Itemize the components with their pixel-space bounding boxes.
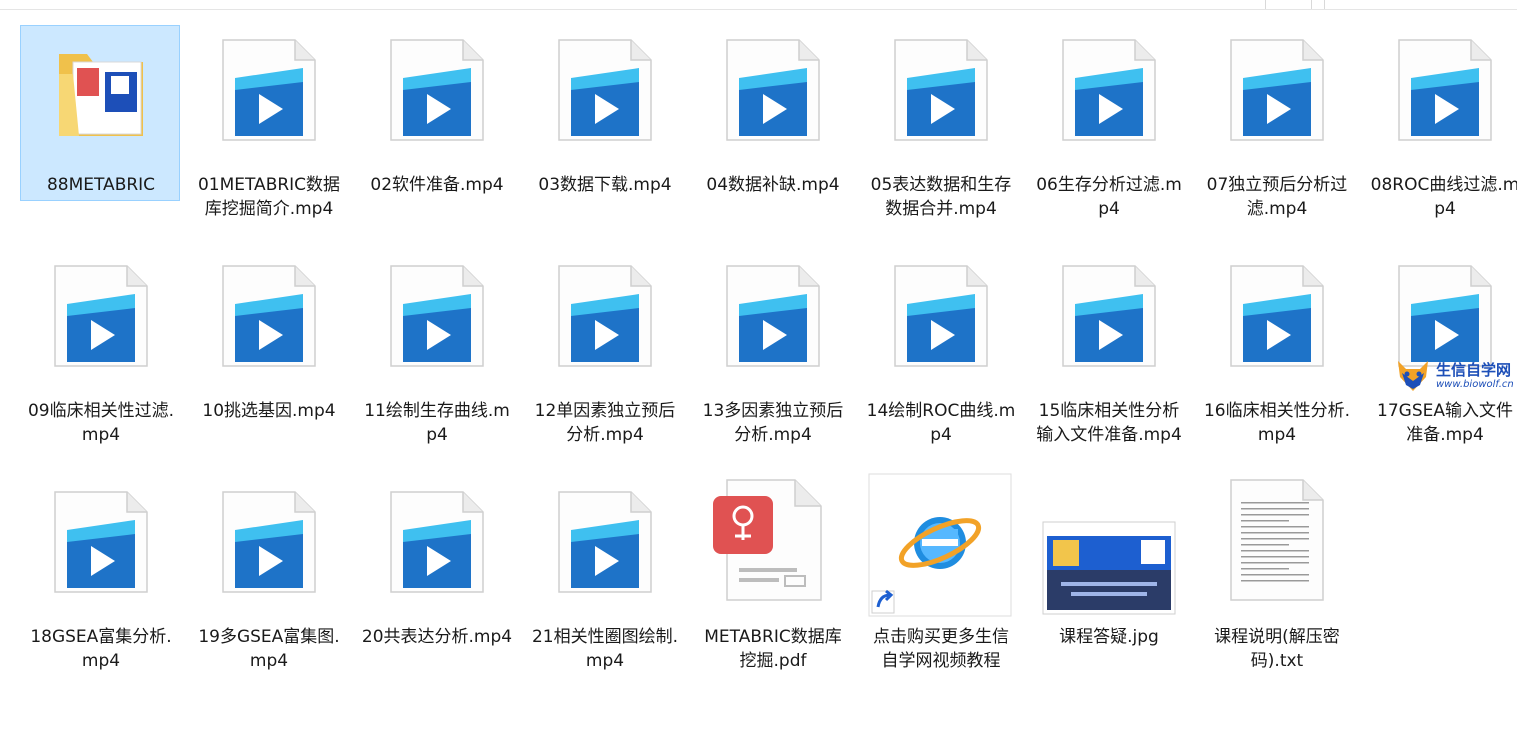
video-file-icon (525, 34, 685, 141)
video-file-icon (189, 34, 349, 141)
file-name-label: 12单因素独立预后分析.mp4 (534, 401, 676, 445)
toolbar-divider (1265, 0, 1266, 9)
file-item[interactable]: 01METABRIC数据库挖掘简介.mp4 (188, 25, 348, 245)
file-item[interactable]: 21相关性圈图绘制.mp4 (524, 477, 684, 697)
file-name-label: 16临床相关性分析.mp4 (1203, 401, 1351, 445)
file-item[interactable]: 02软件准备.mp4 (356, 25, 516, 245)
ie-shortcut-icon (861, 473, 1021, 617)
video-file-icon (693, 260, 853, 367)
file-name-label: 02软件准备.mp4 (370, 175, 504, 195)
video-file-icon (861, 34, 1021, 141)
file-name-label: 01METABRIC数据库挖掘简介.mp4 (197, 175, 341, 219)
video-file-icon (357, 260, 517, 367)
file-item[interactable]: 07独立预后分析过滤.mp4 (1196, 25, 1356, 245)
file-item[interactable]: 03数据下载.mp4 (524, 25, 684, 245)
file-name-label: 19多GSEA富集图.mp4 (198, 627, 340, 671)
video-file-icon (525, 260, 685, 367)
video-file-icon (189, 260, 349, 367)
file-name-label: 03数据下载.mp4 (538, 175, 672, 195)
folder-icon (21, 34, 181, 138)
file-name-label: 17GSEA输入文件准备.mp4 (1377, 401, 1513, 445)
file-item[interactable]: 13多因素独立预后分析.mp4 (692, 251, 852, 471)
video-file-icon (189, 486, 349, 593)
file-item[interactable]: 20共表达分析.mp4 (356, 477, 516, 697)
address-bar-strip (0, 0, 1517, 10)
watermark-url: www.biowolf.cn (1436, 379, 1514, 390)
file-item[interactable]: 14绘制ROC曲线.mp4 (860, 251, 1020, 471)
video-file-icon (357, 486, 517, 593)
file-name-label: 课程说明(解压密码).txt (1214, 627, 1340, 671)
video-file-icon (1029, 260, 1189, 367)
file-name-label: 15临床相关性分析输入文件准备.mp4 (1036, 401, 1182, 445)
toolbar-divider (1324, 0, 1325, 9)
file-name-label: 05表达数据和生存数据合并.mp4 (870, 175, 1012, 219)
file-name-label: 09临床相关性过滤.mp4 (27, 401, 175, 445)
watermark-title: 生信自学网 (1436, 361, 1512, 379)
text-file-icon (1197, 479, 1357, 601)
file-name-label: 06生存分析过滤.mp4 (1036, 175, 1182, 219)
pdf-file-icon (693, 479, 853, 601)
file-item[interactable]: 11绘制生存曲线.mp4 (356, 251, 516, 471)
video-file-icon (525, 486, 685, 593)
file-item[interactable]: 19多GSEA富集图.mp4 (188, 477, 348, 697)
file-name-label: 07独立预后分析过滤.mp4 (1206, 175, 1348, 219)
video-file-icon (693, 34, 853, 141)
file-item[interactable]: 05表达数据和生存数据合并.mp4 (860, 25, 1020, 245)
file-item[interactable]: 09临床相关性过滤.mp4 (20, 251, 180, 471)
video-file-icon (1197, 260, 1357, 367)
watermark: 生信自学网 www.biowolf.cn (1392, 355, 1517, 395)
file-grid: 88METABRIC 01METABRIC数据库挖掘简介.mp4 02软件准备.mp… (20, 25, 1517, 755)
folder-item[interactable]: 88METABRIC (20, 25, 180, 201)
file-item[interactable]: 06生存分析过滤.mp4 (1028, 25, 1188, 245)
file-item[interactable]: 12单因素独立预后分析.mp4 (524, 251, 684, 471)
file-item[interactable]: METABRIC数据库挖掘.pdf (692, 477, 852, 697)
file-name-label: 13多因素独立预后分析.mp4 (702, 401, 844, 445)
file-item[interactable]: 课程说明(解压密码).txt (1196, 477, 1356, 697)
file-name-label: 11绘制生存曲线.mp4 (364, 401, 510, 445)
file-item[interactable]: 16临床相关性分析.mp4 (1196, 251, 1356, 471)
image-file-icon (1029, 486, 1189, 615)
video-file-icon (21, 260, 181, 367)
file-item[interactable]: 18GSEA富集分析.mp4 (20, 477, 180, 697)
toolbar-divider (1311, 0, 1312, 9)
wolf-logo-icon (1398, 361, 1428, 391)
file-name-label: 21相关性圈图绘制.mp4 (531, 627, 679, 671)
file-name-label: 08ROC曲线过滤.mp4 (1370, 175, 1517, 219)
file-item[interactable]: 点击购买更多生信自学网视频教程 (860, 473, 1021, 697)
video-file-icon (1197, 34, 1357, 141)
video-file-icon (1029, 34, 1189, 141)
video-file-icon (861, 260, 1021, 367)
file-name-label: 18GSEA富集分析.mp4 (30, 627, 172, 671)
file-item[interactable]: 15临床相关性分析输入文件准备.mp4 (1028, 251, 1188, 471)
file-name-label: 14绘制ROC曲线.mp4 (866, 401, 1016, 445)
file-item[interactable]: 课程答疑.jpg (1028, 477, 1188, 697)
file-item[interactable]: 08ROC曲线过滤.mp4 (1364, 25, 1517, 245)
file-item[interactable]: 10挑选基因.mp4 (188, 251, 348, 471)
file-name-label: 点击购买更多生信自学网视频教程 (873, 627, 1009, 671)
file-name-label: 10挑选基因.mp4 (202, 401, 336, 421)
video-file-icon (1365, 260, 1517, 367)
file-name-label: 课程答疑.jpg (1059, 627, 1159, 647)
file-name-label: 04数据补缺.mp4 (706, 175, 840, 195)
video-file-icon (357, 34, 517, 141)
file-name-label: METABRIC数据库挖掘.pdf (704, 627, 842, 671)
video-file-icon (1365, 34, 1517, 141)
file-item[interactable]: 04数据补缺.mp4 (692, 25, 852, 245)
file-name-label: 88METABRIC (46, 175, 156, 195)
file-name-label: 20共表达分析.mp4 (361, 627, 513, 647)
video-file-icon (21, 486, 181, 593)
